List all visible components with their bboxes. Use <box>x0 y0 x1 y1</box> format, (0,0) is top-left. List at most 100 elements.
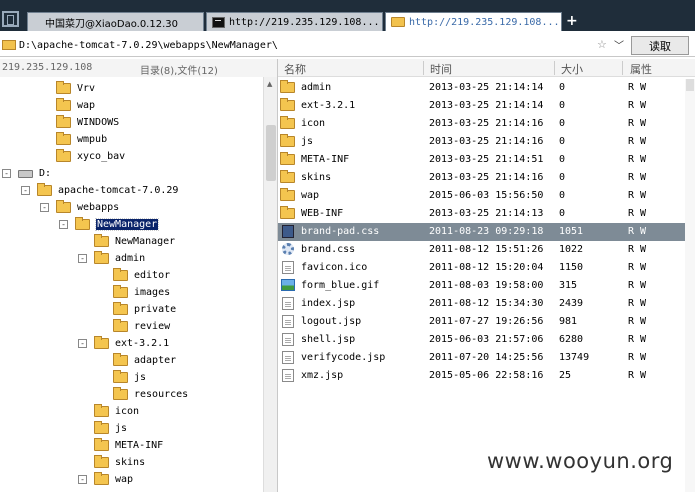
column-attr[interactable]: 属性 <box>630 61 652 77</box>
folder-row[interactable]: icon 2013-03-25 21:14:16 0 R W <box>278 115 688 133</box>
tree-node[interactable]: - ext-3.2.1 <box>78 335 169 352</box>
file-row[interactable]: form_blue.gif 2011-08-03 19:58:00 315 R W <box>278 277 688 295</box>
tab-file-manager[interactable]: http://219.235.129.108... <box>385 12 562 31</box>
file-row[interactable]: favicon.ico 2011-08-12 15:20:04 1150 R W <box>278 259 688 277</box>
tree-node[interactable]: Vrv <box>56 80 95 97</box>
tree-node[interactable]: wmpub <box>56 131 107 148</box>
folder-row[interactable]: admin 2013-03-25 21:14:14 0 R W <box>278 79 688 97</box>
tab-label: http://219.235.129.108... <box>409 16 560 28</box>
folder-icon <box>94 404 109 417</box>
file-name: logout.jsp <box>301 316 362 327</box>
tree-node[interactable]: adapter <box>113 352 176 369</box>
file-row[interactable]: logout.jsp 2011-07-27 19:26:56 981 R W <box>278 313 688 331</box>
folder-icon <box>280 152 295 165</box>
tree-node[interactable]: images <box>113 284 170 301</box>
folder-icon <box>280 188 295 201</box>
watermark: www.wooyun.org <box>487 449 674 473</box>
folder-row[interactable]: META-INF 2013-03-25 21:14:51 0 R W <box>278 151 688 169</box>
file-name: skins <box>301 172 332 183</box>
collapse-toggle-icon[interactable]: - <box>78 475 87 484</box>
collapse-toggle-icon[interactable]: - <box>40 203 49 212</box>
tree-node[interactable]: skins <box>94 454 145 471</box>
new-tab-button[interactable]: + <box>566 13 578 29</box>
folder-icon <box>280 134 295 147</box>
tree-node[interactable]: - admin <box>78 250 145 267</box>
file-time: 2011-08-23 09:29:18 <box>429 226 544 237</box>
tree-node[interactable]: WINDOWS <box>56 114 119 131</box>
file-time: 2013-03-25 21:14:14 <box>429 100 544 111</box>
css-file-icon <box>280 225 294 238</box>
collapse-toggle-icon[interactable]: - <box>78 254 87 263</box>
tree-node[interactable]: js <box>113 369 146 386</box>
folder-row[interactable]: skins 2013-03-25 21:14:16 0 R W <box>278 169 688 187</box>
column-name[interactable]: 名称 <box>284 61 306 77</box>
folder-row[interactable]: ext-3.2.1 2013-03-25 21:14:14 0 R W <box>278 97 688 115</box>
star-icon[interactable]: ☆ <box>597 38 607 51</box>
file-row[interactable]: xmz.jsp 2015-05-06 22:58:16 25 R W <box>278 367 688 385</box>
tree-scrollbar[interactable]: ▲ <box>263 77 277 492</box>
file-size: 0 <box>559 136 566 147</box>
tree-node[interactable]: wap <box>56 97 95 114</box>
file-row[interactable]: verifycode.jsp 2011-07-20 14:25:56 13749 R … <box>278 349 688 367</box>
file-size: 0 <box>559 208 566 219</box>
collapse-toggle-icon[interactable]: - <box>2 169 11 178</box>
tree-node-label: review <box>134 321 171 332</box>
folder-icon <box>280 206 295 219</box>
item-count: 目录(8),文件(12) <box>140 66 218 77</box>
scrollbar-thumb[interactable] <box>686 79 694 91</box>
path-input[interactable] <box>19 37 587 53</box>
tree-node[interactable]: META-INF <box>94 437 163 454</box>
tree-node[interactable]: - wap <box>78 471 134 488</box>
tab-home[interactable]: 中国菜刀@XiaoDao.0.12.30 <box>27 12 204 31</box>
collapse-toggle-icon[interactable]: - <box>59 220 68 229</box>
folder-icon <box>113 268 128 281</box>
tree-node[interactable]: - D: <box>2 165 52 182</box>
tree-node-label: wap <box>115 474 134 485</box>
tree-node-label: skins <box>115 457 146 468</box>
tree-node[interactable]: NewManager <box>94 233 175 250</box>
file-row[interactable]: shell.jsp 2015-06-03 21:57:06 6280 R W <box>278 331 688 349</box>
collapse-toggle-icon[interactable]: - <box>78 339 87 348</box>
tree-node[interactable]: icon <box>94 403 139 420</box>
tree-node[interactable]: js <box>94 420 127 437</box>
file-row[interactable]: brand-pad.css 2011-08-23 09:29:18 1051 R W <box>278 223 688 241</box>
file-time: 2011-07-27 19:26:56 <box>429 316 544 327</box>
app-window-icon[interactable] <box>2 11 19 27</box>
file-row[interactable]: index.jsp 2011-08-12 15:34:30 2439 R W <box>278 295 688 313</box>
tree-node[interactable]: - webapps <box>40 199 119 216</box>
tree-node-label: D: <box>39 168 52 179</box>
tree-node[interactable]: review <box>113 318 170 335</box>
column-time[interactable]: 时间 <box>430 61 452 77</box>
chevron-down-icon[interactable]: ﹀ <box>614 37 624 52</box>
tree-node[interactable]: editor <box>113 267 170 284</box>
tree-node-label: editor <box>134 270 171 281</box>
read-button[interactable]: 读取 <box>631 36 689 55</box>
file-name: WEB-INF <box>301 208 344 219</box>
tab-terminal[interactable]: http://219.235.129.108... <box>206 12 383 31</box>
tree-node[interactable]: private <box>113 301 176 318</box>
column-size[interactable]: 大小 <box>561 61 583 77</box>
tree-node[interactable]: xyco_bav <box>56 148 125 165</box>
tree-node[interactable]: - NewManager <box>59 216 160 233</box>
folder-icon <box>391 17 405 27</box>
file-name: ext-3.2.1 <box>301 100 356 111</box>
folder-icon <box>94 336 109 349</box>
folder-icon <box>113 302 128 315</box>
file-size: 6280 <box>559 334 584 345</box>
tree-node[interactable]: - apache-tomcat-7.0.29 <box>21 182 178 199</box>
file-size: 0 <box>559 190 566 201</box>
folder-icon <box>56 115 71 128</box>
folder-row[interactable]: WEB-INF 2013-03-25 21:14:13 0 R W <box>278 205 688 223</box>
tree-node[interactable]: resources <box>113 386 188 403</box>
file-row[interactable]: brand.css 2011-08-12 15:51:26 1022 R W <box>278 241 688 259</box>
file-list-scrollbar[interactable] <box>685 79 695 492</box>
file-attributes: R W <box>628 136 647 147</box>
folder-row[interactable]: js 2013-03-25 21:14:16 0 R W <box>278 133 688 151</box>
folder-row[interactable]: wap 2015-06-03 15:56:50 0 R W <box>278 187 688 205</box>
collapse-toggle-icon[interactable]: - <box>21 186 30 195</box>
scrollbar-thumb[interactable] <box>266 125 276 181</box>
folder-icon <box>37 183 52 196</box>
file-name: favicon.ico <box>301 262 368 273</box>
scroll-up-icon[interactable]: ▲ <box>267 80 272 88</box>
tree-node-label: xyco_bav <box>77 151 126 162</box>
